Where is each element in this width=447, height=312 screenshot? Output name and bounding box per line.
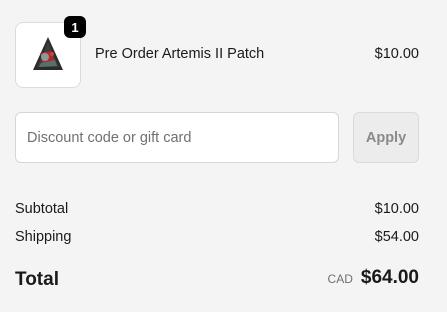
currency-code: CAD: [327, 272, 353, 286]
subtotal-value: $10.00: [374, 201, 419, 217]
artemis-patch-icon: [33, 37, 63, 70]
discount-code-input[interactable]: [15, 112, 339, 163]
subtotal-row: Subtotal $10.00: [15, 201, 419, 217]
shipping-value: $54.00: [374, 229, 419, 245]
total-row: Total CAD $64.00: [15, 267, 419, 293]
product-title: Pre Order Artemis II Patch: [95, 46, 265, 62]
subtotal-label: Subtotal: [15, 201, 69, 217]
discount-form: Apply: [15, 112, 419, 163]
quantity-badge: 1: [64, 16, 86, 38]
total-amount: $64.00: [360, 267, 419, 288]
cart-line-item: 1 Pre Order Artemis II Patch $10.00: [15, 16, 419, 88]
apply-discount-button[interactable]: Apply: [353, 112, 419, 163]
product-price: $10.00: [374, 46, 419, 62]
total-label: Total: [15, 269, 59, 290]
shipping-row: Shipping $54.00: [15, 229, 419, 245]
total-value-group: CAD $64.00: [328, 267, 419, 289]
shipping-label: Shipping: [15, 229, 72, 245]
product-thumbnail-wrapper: 1: [15, 16, 86, 88]
